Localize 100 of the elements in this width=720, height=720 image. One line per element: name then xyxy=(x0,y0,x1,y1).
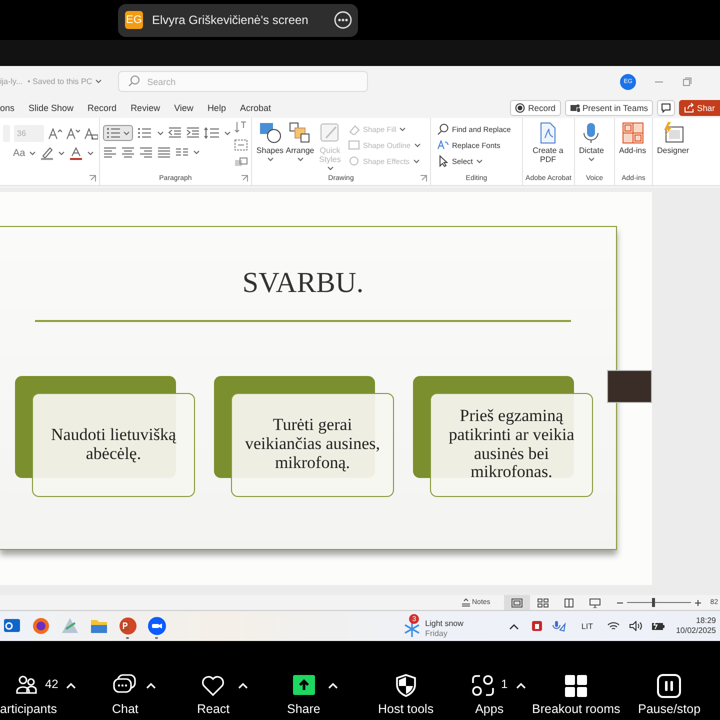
ribbon-icon xyxy=(259,122,281,144)
search-field[interactable]: Search xyxy=(118,71,368,92)
chevron-icon xyxy=(58,151,66,156)
toolbar-button[interactable]: 1 Apps xyxy=(471,674,508,716)
caret-up-icon[interactable] xyxy=(238,682,248,689)
dialog-launcher-icon[interactable] xyxy=(241,175,248,182)
align-text-icon[interactable] xyxy=(234,139,248,151)
comment-icon xyxy=(661,102,672,112)
toolbar-button[interactable]: Host tools xyxy=(378,674,434,716)
ribbon-button[interactable]: Create a PDF xyxy=(526,121,570,172)
ribbon-icon xyxy=(437,155,449,167)
toolbar-button[interactable]: Share xyxy=(287,674,320,716)
ribbon-icon xyxy=(348,123,360,135)
columns-icon[interactable] xyxy=(175,146,189,158)
avatar: EG xyxy=(125,11,143,29)
decrease-indent-icon[interactable] xyxy=(168,127,182,139)
zoom-in-icon[interactable] xyxy=(694,598,702,606)
numbered-list-icon[interactable] xyxy=(137,127,153,139)
change-case-button[interactable]: Aa xyxy=(13,148,26,159)
text-direction-icon[interactable] xyxy=(234,121,248,133)
justify-icon[interactable] xyxy=(157,146,171,158)
caret-up-icon[interactable] xyxy=(146,682,156,689)
ribbon-button[interactable]: Arrange xyxy=(285,121,315,172)
save-status: • Saved to this PC xyxy=(28,77,92,86)
view-icon xyxy=(537,598,550,608)
top-right-button[interactable]: Shar xyxy=(679,100,720,116)
menu-tab[interactable]: Review xyxy=(130,100,160,114)
restore-icon[interactable] xyxy=(682,76,692,86)
ribbon-button[interactable]: Designer xyxy=(656,121,690,172)
caret-up-icon[interactable] xyxy=(66,682,76,689)
clear-format-icon[interactable] xyxy=(84,128,98,140)
browser-icon[interactable] xyxy=(30,616,50,636)
menu-tab[interactable]: Help xyxy=(207,100,226,114)
bullets-button[interactable] xyxy=(103,125,133,141)
grow-font-icon[interactable] xyxy=(48,128,62,140)
clock-time[interactable]: 18:29 xyxy=(696,616,716,626)
share-icon xyxy=(684,102,694,112)
ribbon-icon xyxy=(622,122,644,144)
chevron-icon xyxy=(123,130,130,136)
caret-up-icon[interactable] xyxy=(328,682,338,689)
toolbar-button[interactable]: React xyxy=(197,674,230,716)
ribbon-icon xyxy=(348,155,360,167)
language-indicator[interactable]: LIT xyxy=(581,622,593,630)
card-text: Turėti gerai veikiančias ausines, mikrofoną. xyxy=(244,416,381,473)
view-icon xyxy=(589,598,602,608)
caret-up-icon[interactable] xyxy=(516,682,526,689)
dialog-launcher-icon[interactable] xyxy=(89,175,96,182)
heart-icon xyxy=(201,674,226,698)
toolbar-button[interactable]: Chat xyxy=(112,674,138,716)
file-name: ija-ly... xyxy=(0,77,23,86)
triangle-app-icon[interactable] xyxy=(60,616,80,636)
tray-app-icon[interactable] xyxy=(552,620,566,632)
view-button[interactable] xyxy=(504,595,530,610)
highlighter-icon[interactable] xyxy=(40,147,54,160)
present-button[interactable]: Present in Teams xyxy=(564,100,654,116)
clock-date[interactable]: 10/02/2025 xyxy=(676,626,716,636)
toolbar-button[interactable]: Pause/stop xyxy=(638,674,701,716)
align-right-icon[interactable] xyxy=(139,146,153,158)
battery-icon[interactable] xyxy=(650,621,665,631)
toolbar-button[interactable]: Breakout rooms xyxy=(532,674,620,716)
record-button[interactable]: Record xyxy=(510,100,561,116)
tray-app-icon[interactable] xyxy=(531,620,544,632)
dark-shape xyxy=(607,370,652,403)
more-icon[interactable] xyxy=(334,11,352,29)
ribbon-icon xyxy=(662,122,684,144)
bullet-list-icon xyxy=(106,127,122,139)
chevron-up-icon[interactable] xyxy=(509,622,520,630)
ribbon-icon xyxy=(319,122,341,144)
comments-button[interactable] xyxy=(657,100,676,116)
menu-tab[interactable]: Slide Show xyxy=(28,100,74,114)
dialog-launcher-icon[interactable] xyxy=(420,175,427,182)
notes-icon xyxy=(461,598,471,607)
chevron-icon xyxy=(87,151,94,156)
apps-icon xyxy=(471,674,495,698)
zoom-slider-thumb[interactable] xyxy=(652,598,655,607)
video-app-icon[interactable] xyxy=(146,616,166,636)
speaker-icon[interactable] xyxy=(628,621,642,631)
presentation-app-icon[interactable] xyxy=(118,616,138,636)
ribbon-icon xyxy=(289,122,311,144)
search-icon xyxy=(128,75,140,87)
line-spacing-icon[interactable] xyxy=(204,127,220,139)
toolbar-button[interactable]: 42 articipants xyxy=(0,674,58,716)
ribbon-icon xyxy=(437,139,449,151)
menu-tab[interactable]: Record xyxy=(88,100,117,114)
shrink-font-icon[interactable] xyxy=(66,128,80,140)
shield-icon xyxy=(394,674,418,698)
ribbon-button[interactable]: Dictate xyxy=(578,121,605,172)
menu-tab[interactable]: View xyxy=(174,100,194,114)
card-text: Naudoti lietuvišką abėcėlę. xyxy=(50,426,178,464)
font-color-icon[interactable] xyxy=(69,147,84,160)
menu-tab[interactable]: ons xyxy=(0,100,15,114)
ribbon-button[interactable]: Shapes xyxy=(255,121,285,172)
align-left-icon[interactable] xyxy=(103,146,117,158)
menu-tab[interactable]: Acrobat xyxy=(240,100,271,114)
increase-indent-icon[interactable] xyxy=(186,127,200,139)
wifi-icon[interactable] xyxy=(606,621,620,631)
ribbon-button[interactable]: Add-ins xyxy=(618,121,648,172)
share-banner[interactable]: EG Elvyra Griškevičienė's screen xyxy=(118,4,358,36)
align-center-icon[interactable] xyxy=(121,146,135,158)
smartart-icon[interactable] xyxy=(234,157,248,169)
